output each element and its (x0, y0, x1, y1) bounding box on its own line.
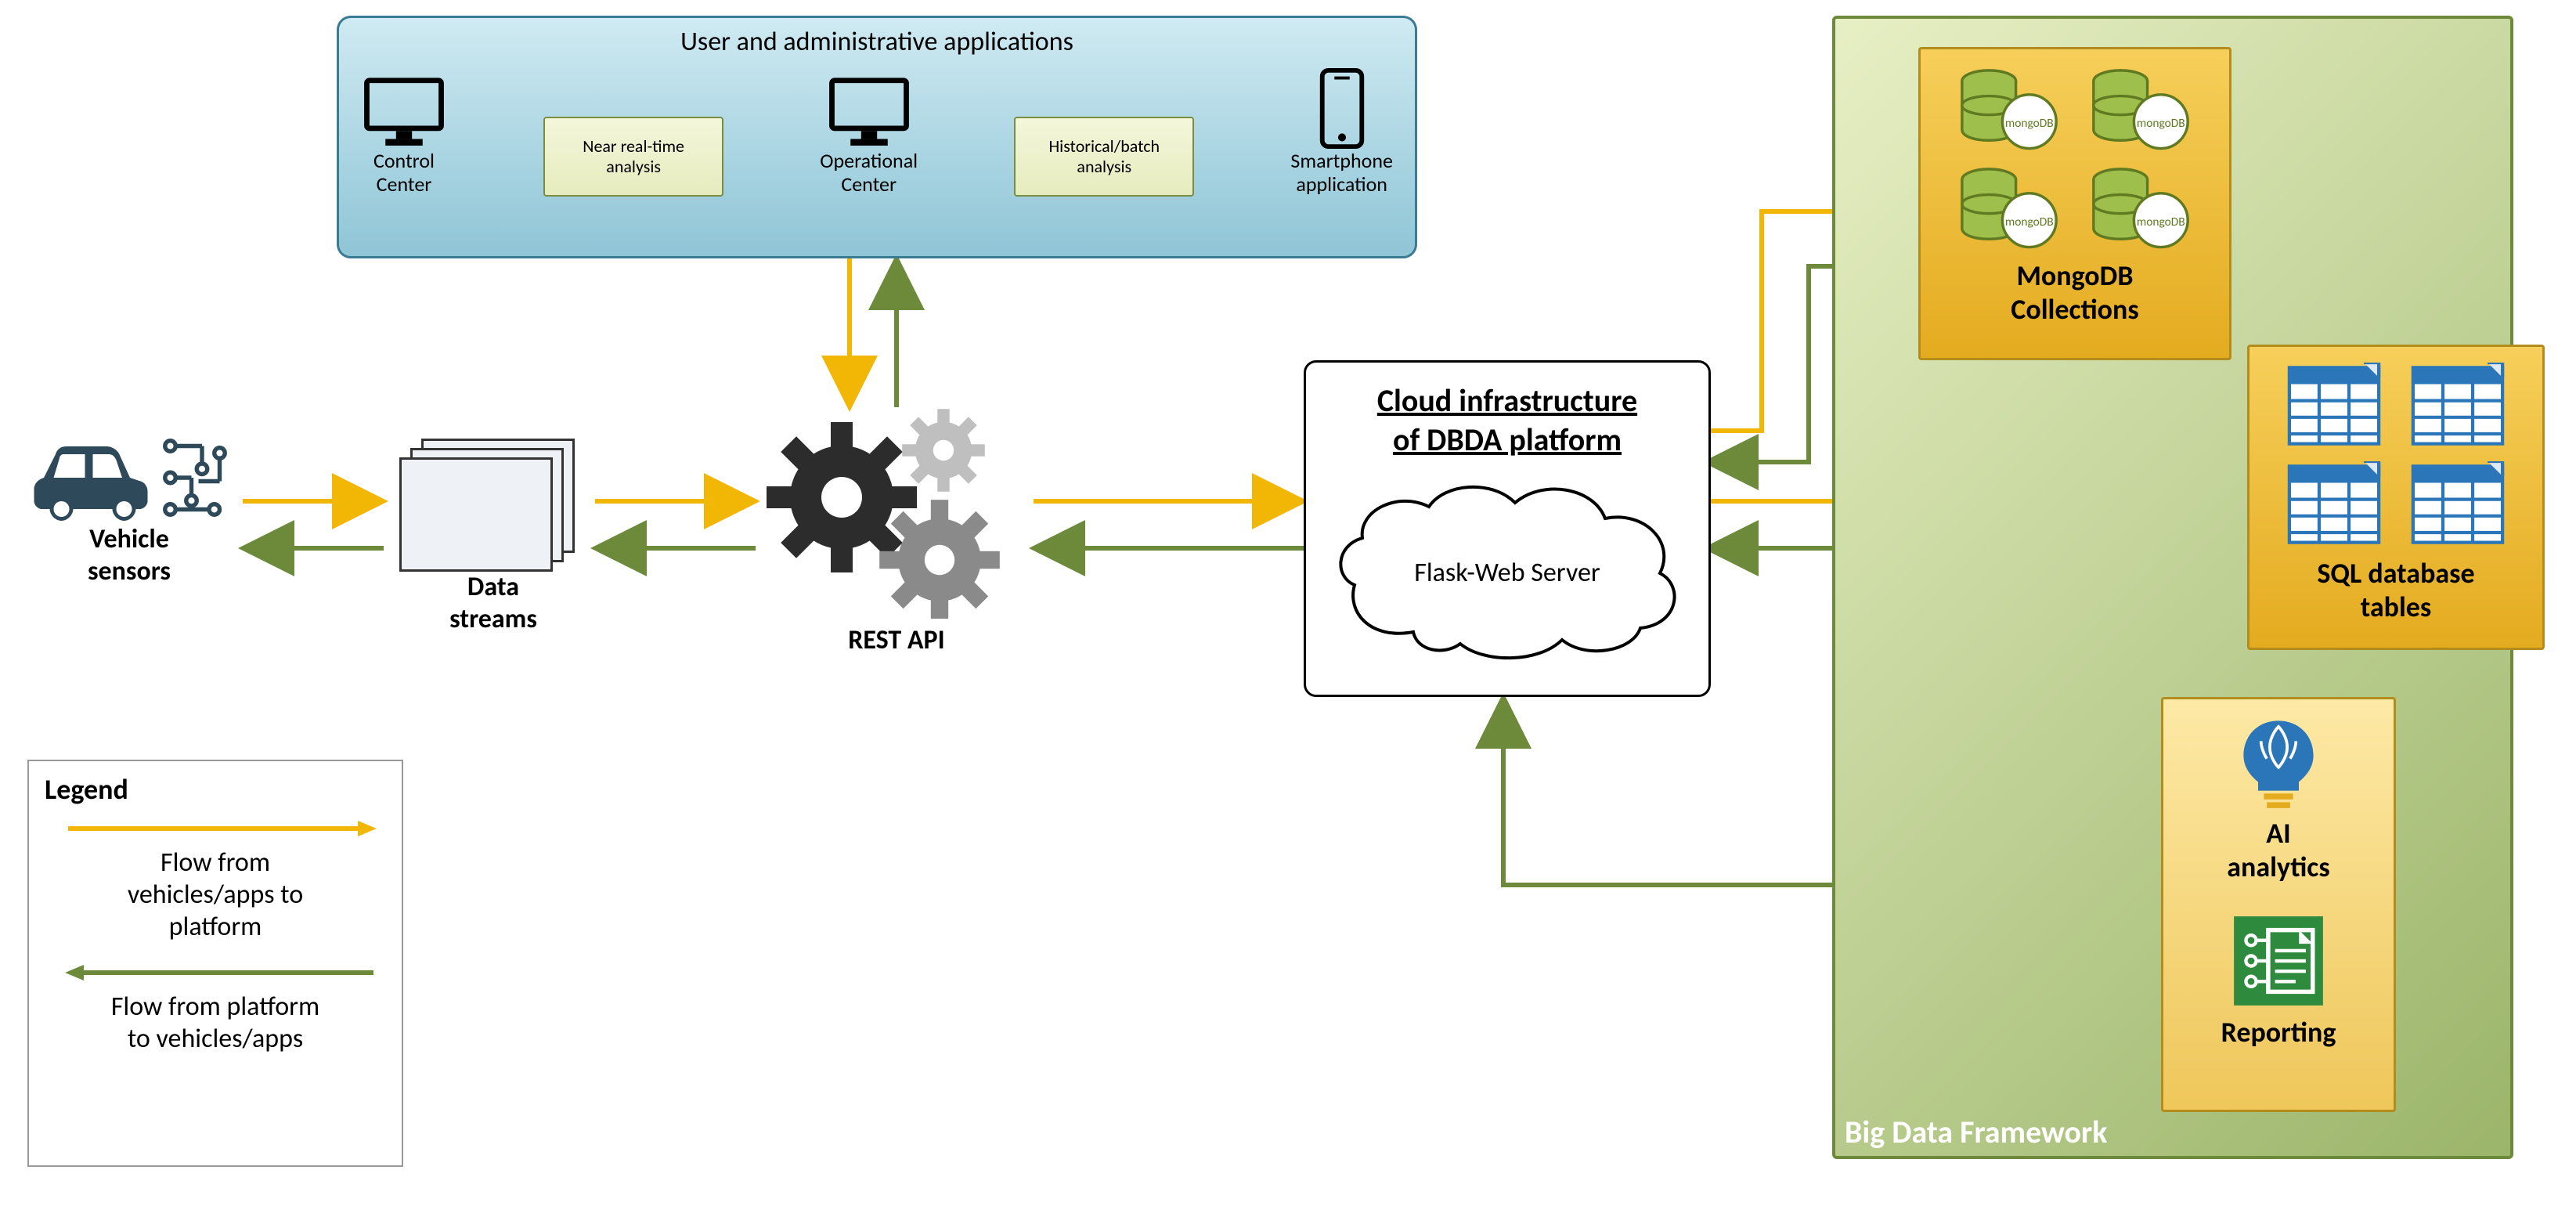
svg-text:mongoDB: mongoDB (2137, 116, 2185, 131)
svg-text:mongoDB: mongoDB (2137, 215, 2185, 229)
vehicle-sensors-block: Vehicle sensors (16, 435, 243, 588)
database-icon: mongoDB (1954, 65, 2064, 151)
table-icon (2407, 363, 2509, 449)
circuit-icon (160, 435, 230, 521)
app-historical-label: Historical/batch analysis (1014, 117, 1194, 197)
table-icon (2283, 363, 2385, 449)
mongodb-box: mongoDB mongoDB mongoDB mo (1918, 47, 2231, 360)
data-streams-block: Data streams (384, 439, 603, 636)
legend-title: Legend (45, 772, 386, 807)
sql-box: SQL database tables (2247, 345, 2545, 650)
user-apps-box: User and administrative applications Con… (337, 16, 1417, 258)
app-operational-center: Operational Center (820, 75, 918, 197)
reporting-label: Reporting (2221, 1016, 2336, 1049)
table-icon (2407, 461, 2509, 547)
database-icon: mongoDB (2086, 164, 2195, 250)
legend-arrow-out-icon (45, 957, 389, 988)
app-smartphone-label: Smartphone application (1290, 150, 1393, 197)
rest-api-label: REST API (756, 625, 1037, 657)
ai-analytics-label: AI analytics (2227, 817, 2329, 884)
cloud-icon: Flask-Web Server (1327, 475, 1687, 663)
vehicle-sensors-label: Vehicle sensors (16, 524, 243, 588)
table-icon (2283, 461, 2385, 547)
mongodb-label: MongoDB Collections (2011, 259, 2138, 327)
app-near-rt-label: Near real-time analysis (543, 117, 723, 197)
database-icon: mongoDB (2086, 65, 2195, 151)
cloud-server-label: Flask-Web Server (1414, 557, 1600, 589)
legend-flow-in-label: Flow from vehicles/apps to platform (45, 847, 386, 943)
big-data-framework-title: Big Data Framework (1845, 1113, 2107, 1151)
smartphone-icon (1317, 67, 1367, 150)
cloud-infra-title: Cloud infrastructure of DBDA platform (1377, 381, 1637, 460)
data-streams-label: Data streams (384, 572, 603, 636)
legend-arrow-in-icon (45, 813, 389, 844)
rest-api-block: REST API (756, 392, 1037, 657)
database-icon: mongoDB (1954, 164, 2064, 250)
ai-brain-icon (2231, 715, 2325, 817)
app-near-rt: Near real-time analysis (543, 117, 723, 197)
user-apps-title: User and administrative applications (680, 26, 1073, 58)
svg-text:mongoDB: mongoDB (2005, 215, 2054, 229)
report-icon (2224, 906, 2333, 1016)
cloud-infra-box: Cloud infrastructure of DBDA platform Fl… (1304, 360, 1711, 697)
gears-icon (756, 392, 1037, 619)
monitor-icon (361, 75, 447, 150)
app-control-center-label: Control Center (373, 150, 435, 197)
analytics-box: AI analytics Reporting (2161, 697, 2396, 1112)
app-control-center: Control Center (361, 75, 447, 197)
document-stack-icon (399, 457, 553, 572)
monitor-icon (826, 75, 912, 150)
sql-label: SQL database tables (2317, 557, 2474, 624)
app-historical: Historical/batch analysis (1014, 117, 1194, 197)
car-icon (28, 435, 153, 521)
svg-text:mongoDB: mongoDB (2005, 116, 2054, 131)
legend-flow-out-label: Flow from platform to vehicles/apps (45, 991, 386, 1056)
app-operational-center-label: Operational Center (820, 150, 918, 197)
app-smartphone: Smartphone application (1290, 67, 1393, 197)
legend-box: Legend Flow from vehicles/apps to platfo… (27, 760, 403, 1167)
